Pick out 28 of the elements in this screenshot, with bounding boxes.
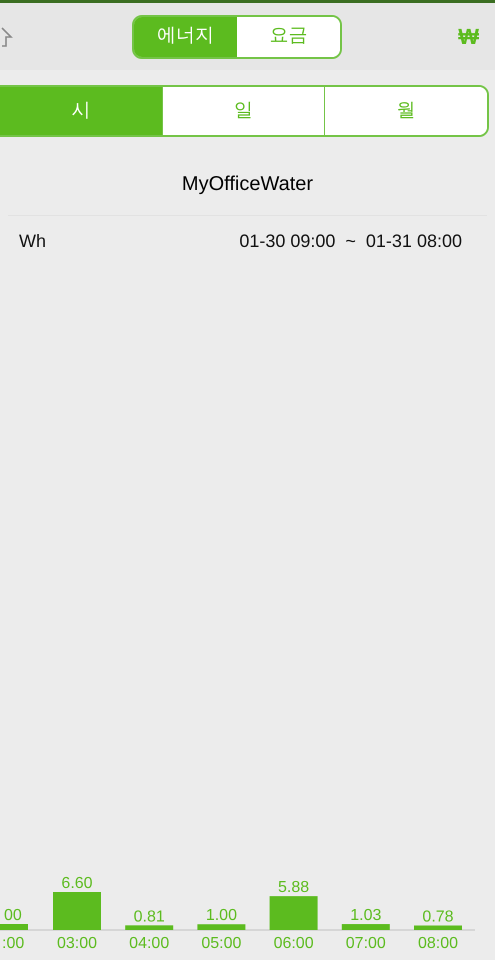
date-range: 01-30 09:00 ~ 01-31 08:00 — [239, 230, 462, 253]
value-label: 1.03 — [350, 907, 382, 924]
axis-label: 03:00 — [56, 935, 98, 952]
axis-label: 07:00 — [346, 935, 386, 952]
value-label: 1.00 — [206, 907, 237, 924]
period-tab[interactable]: 시 — [0, 87, 162, 135]
chart-title: MyOfficeWater — [180, 172, 314, 197]
axis-label: 04:00 — [129, 935, 170, 952]
chart-bar — [0, 924, 28, 930]
axis-label: 08:00 — [418, 935, 458, 952]
axis-label: 06:00 — [274, 935, 314, 952]
period-tab[interactable]: 월 — [324, 87, 487, 135]
value-label: 00 — [4, 907, 22, 924]
chart-bar — [270, 896, 318, 930]
value-label: 5.88 — [278, 879, 310, 896]
chart-bar — [125, 925, 174, 930]
currency-button[interactable]: ₩ — [458, 20, 479, 53]
value-label: 0.78 — [422, 908, 454, 926]
value-label: 0.81 — [134, 908, 165, 926]
axis-label: :00 — [2, 935, 24, 952]
axis-label: 05:00 — [201, 935, 242, 952]
value-label: 6.60 — [61, 875, 93, 892]
chart-bar — [414, 926, 462, 930]
chart-bar — [197, 924, 246, 930]
segment-tab[interactable]: 에너지 — [134, 16, 238, 56]
chart-bar — [342, 924, 390, 930]
unit-label: Wh — [19, 230, 46, 253]
chart-bar — [53, 892, 101, 930]
